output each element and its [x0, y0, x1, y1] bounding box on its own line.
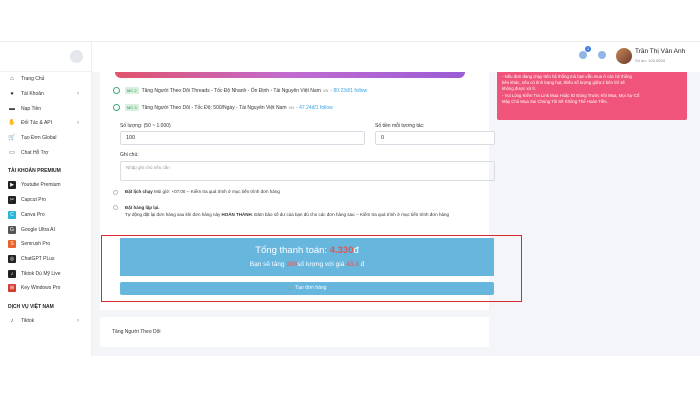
note-textarea[interactable]: Nhập ghi chú nếu cần [120, 161, 495, 181]
sidebar-item-label: Chat Hỗ Trợ [21, 149, 49, 156]
schedule-text: Múi giờ: +07:00 -- Kiểm tra quá trình ở … [154, 189, 280, 194]
sidebar-item[interactable]: ♪ Tiktok › [0, 314, 91, 329]
repeat-row: Đặt hàng lặp lại. Tự động đặt lại đơn hà… [125, 205, 490, 218]
chevron-right-icon: › [77, 91, 79, 98]
notice-line: Máy Chủ Mua Sai Chúng Tôi Sẽ Không Thể H… [502, 98, 608, 104]
sidebar-item[interactable]: ♪ Tiktok Dú Mỹ Live [0, 266, 91, 281]
service-info-title: Tăng Người Theo Dõi [112, 329, 161, 335]
tiktok-icon: ♪ [8, 269, 16, 278]
gradient-banner [115, 72, 465, 78]
sidebar-item[interactable]: ⊞ Key Windows Pro [0, 281, 91, 296]
sidebar-item-label: Youtube Premium [21, 182, 61, 189]
repeat-bold: HOÀN THÀNH [221, 211, 252, 217]
sidebar-item-label: Tài Khoản [21, 91, 44, 98]
sidebar: ◌ ⌂ Trang Chủ ● Tài Khoản › ▬ Nạp Tiền ✋ Đối Tác… [0, 42, 92, 356]
service-country: VN [288, 105, 295, 110]
section-premium-title: TÀI KHOẢN PREMIUM [8, 168, 61, 175]
home-icon: ⌂ [10, 76, 14, 83]
google-icon: G [8, 225, 16, 234]
user-icon: ● [10, 91, 14, 98]
bell-icon[interactable] [579, 51, 587, 59]
canva-icon: C [8, 210, 16, 219]
page-bottom [0, 356, 700, 400]
windows-icon: ⊞ [8, 284, 16, 293]
header: 1 Trần Thị Vân Anh Số dư: 100.000đ [92, 42, 700, 72]
sidebar-item-label: Tiktok [21, 317, 35, 324]
sidebar-item-label: Tạo Đơn Global [21, 135, 57, 142]
top-strip [0, 0, 700, 42]
sidebar-item[interactable]: ✂ Capcut Pro [0, 193, 91, 208]
radio-button[interactable] [113, 87, 120, 94]
radio-button[interactable] [113, 104, 120, 111]
capcut-icon: ✂ [8, 196, 16, 205]
quantity-label: Số lượng: (50 ~ 1.000) [120, 123, 171, 129]
service-price: - 80.23đ/1 follow [330, 87, 368, 94]
highlight-rectangle [101, 235, 522, 302]
notification-badge: 1 [585, 46, 591, 52]
sidebar-item-label: Semrush Pro [21, 241, 51, 248]
sidebar-item[interactable]: ▬ Nạp Tiền [0, 101, 91, 116]
sidebar-item[interactable]: ✋ Đối Tác & API › [0, 116, 91, 131]
repeat-checkbox[interactable] [113, 205, 118, 210]
main-content: MC 2 Tăng Người Theo Dõi Threads - Tốc Đ… [92, 72, 700, 356]
service-country: VN [322, 88, 329, 93]
sidebar-item[interactable]: S Semrush Pro [0, 237, 91, 252]
sidebar-item-label: Đối Tác & API [21, 120, 53, 127]
user-name[interactable]: Trần Thị Vân Anh [635, 48, 685, 55]
note-label: Ghi chú: [120, 152, 139, 158]
sidebar-item[interactable]: 🛒 Tạo Đơn Global [0, 131, 91, 146]
repeat-text-2: . Đảm bảo số dư của bạn đủ cho các đơn h… [251, 211, 449, 217]
service-option[interactable]: MC 3 Tăng Người Theo Dõi - Tốc Độ: 500/N… [113, 104, 333, 111]
sidebar-item-label: Canva Pro [21, 211, 45, 218]
sidebar-item-label: Trang Chủ [21, 76, 45, 83]
chat-icon: ▭ [9, 149, 15, 156]
sidebar-item-label: Capcut Pro [21, 197, 47, 204]
schedule-row: Đặt lịch chạy Múi giờ: +07:00 -- Kiểm tr… [125, 189, 280, 196]
sidebar-item-label: ChatGPT PLus [21, 255, 55, 262]
schedule-checkbox[interactable] [113, 190, 118, 195]
section-vn-title: DỊCH VỤ VIỆT NAM [8, 303, 54, 310]
sidebar-item[interactable]: ▭ Chat Hỗ Trợ [0, 145, 91, 160]
service-price: - 47.24đ/1 follow [296, 104, 333, 111]
repeat-text-1: Tự động đặt lại đơn hàng sau khi đơn hàn… [125, 211, 221, 217]
service-option[interactable]: MC 2 Tăng Người Theo Dõi Threads - Tốc Đ… [113, 87, 367, 94]
sidebar-toggle-icon[interactable]: ◌ [70, 50, 83, 63]
semrush-icon: S [8, 240, 16, 249]
sidebar-item[interactable]: ▶ Youtube Premium [0, 178, 91, 193]
server-badge: MC 3 [125, 104, 139, 111]
service-info-card: Tăng Người Theo Dõi [100, 317, 489, 347]
service-name: Tăng Người Theo Dõi Threads - Tốc Độ Nha… [141, 87, 321, 94]
service-name: Tăng Người Theo Dõi - Tốc Độ: 500/Ngày -… [141, 104, 287, 111]
sidebar-item[interactable]: ● Tài Khoản › [0, 87, 91, 102]
avatar[interactable] [616, 48, 632, 64]
sidebar-item[interactable]: ◎ ChatGPT PLus [0, 252, 91, 267]
notice-box: - Nếu đơn đang chạy trên hệ thống mà bạn… [497, 72, 687, 120]
wallet-icon: ▬ [9, 105, 15, 112]
tiktok-icon: ♪ [10, 317, 14, 324]
chevron-right-icon: › [77, 317, 79, 324]
sidebar-item-label: Tiktok Dú Mỹ Live [21, 270, 61, 277]
settings-icon[interactable] [598, 51, 606, 59]
sidebar-item-label: Nạp Tiền [21, 105, 42, 112]
sidebar-item[interactable]: ⌂ Trang Chủ [0, 72, 91, 87]
schedule-label: Đặt lịch chạy [125, 189, 153, 194]
cart-icon: 🛒 [8, 135, 16, 142]
price-per-interaction-input[interactable]: 0 [375, 131, 495, 145]
sidebar-item[interactable]: G Google Ultra AI [0, 222, 91, 237]
sidebar-item-label: Google Ultra AI [21, 226, 55, 233]
repeat-label: Đặt hàng lặp lại. [125, 205, 160, 210]
chatgpt-icon: ◎ [8, 254, 16, 263]
chevron-right-icon: › [77, 120, 79, 127]
price-per-interaction-label: Số tiền mỗi tương tác: [375, 123, 425, 129]
sidebar-item-label: Key Windows Pro [21, 285, 61, 292]
sidebar-item[interactable]: C Canva Pro [0, 208, 91, 223]
server-badge: MC 2 [125, 87, 139, 94]
quantity-input[interactable]: 100 [120, 131, 365, 145]
handshake-icon: ✋ [8, 120, 16, 127]
youtube-icon: ▶ [8, 181, 16, 190]
sidebar-header: ◌ [0, 42, 91, 72]
user-balance: Số dư: 100.000đ [635, 58, 665, 63]
